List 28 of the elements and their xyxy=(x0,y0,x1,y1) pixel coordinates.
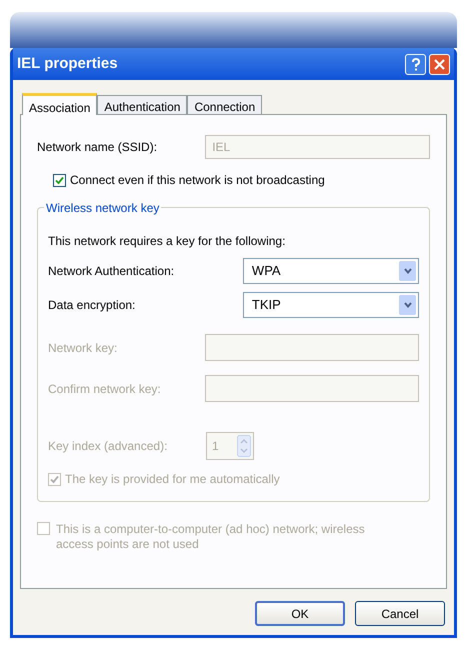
caret-icon xyxy=(399,295,416,315)
dropdown[interactable]: WPA xyxy=(242,258,419,284)
field-label: Network key: xyxy=(48,340,118,356)
spinner-arrows-icon xyxy=(237,435,251,457)
check-icon xyxy=(55,176,64,184)
tab[interactable]: Association xyxy=(22,93,98,115)
checkbox[interactable] xyxy=(53,174,66,186)
instruction-text: This network requires a key for the following: xyxy=(48,233,286,250)
check-icon xyxy=(50,474,59,484)
dropdown-value: TKIP xyxy=(252,296,282,314)
caret-icon xyxy=(399,261,416,281)
tab[interactable]: Connection xyxy=(187,95,262,114)
help-icon[interactable] xyxy=(405,54,426,74)
tab[interactable]: Authentication xyxy=(97,95,188,114)
window-title: IEL properties xyxy=(17,54,119,74)
dropdown[interactable]: TKIP xyxy=(242,292,419,318)
close-icon[interactable] xyxy=(429,54,450,74)
field-label: Network Authentication: xyxy=(48,263,176,280)
dialog-button[interactable]: OK xyxy=(255,601,345,626)
field-label: Data encryption: xyxy=(48,297,136,314)
field-label: Network name (SSID): xyxy=(37,139,158,156)
dropdown-value: WPA xyxy=(252,262,282,280)
field-label: Key index (advanced): xyxy=(48,438,168,455)
checkbox-label: The key is provided for me automatically xyxy=(65,471,280,488)
dialog-button[interactable]: Cancel xyxy=(355,601,445,626)
checkbox-label: This is a computer-to-computer (ad hoc) network; wireless access points are not used xyxy=(56,522,366,552)
checkbox-label: Connect even if this network is not broadcasting xyxy=(70,172,325,189)
field-label: Confirm network key: xyxy=(48,380,162,398)
